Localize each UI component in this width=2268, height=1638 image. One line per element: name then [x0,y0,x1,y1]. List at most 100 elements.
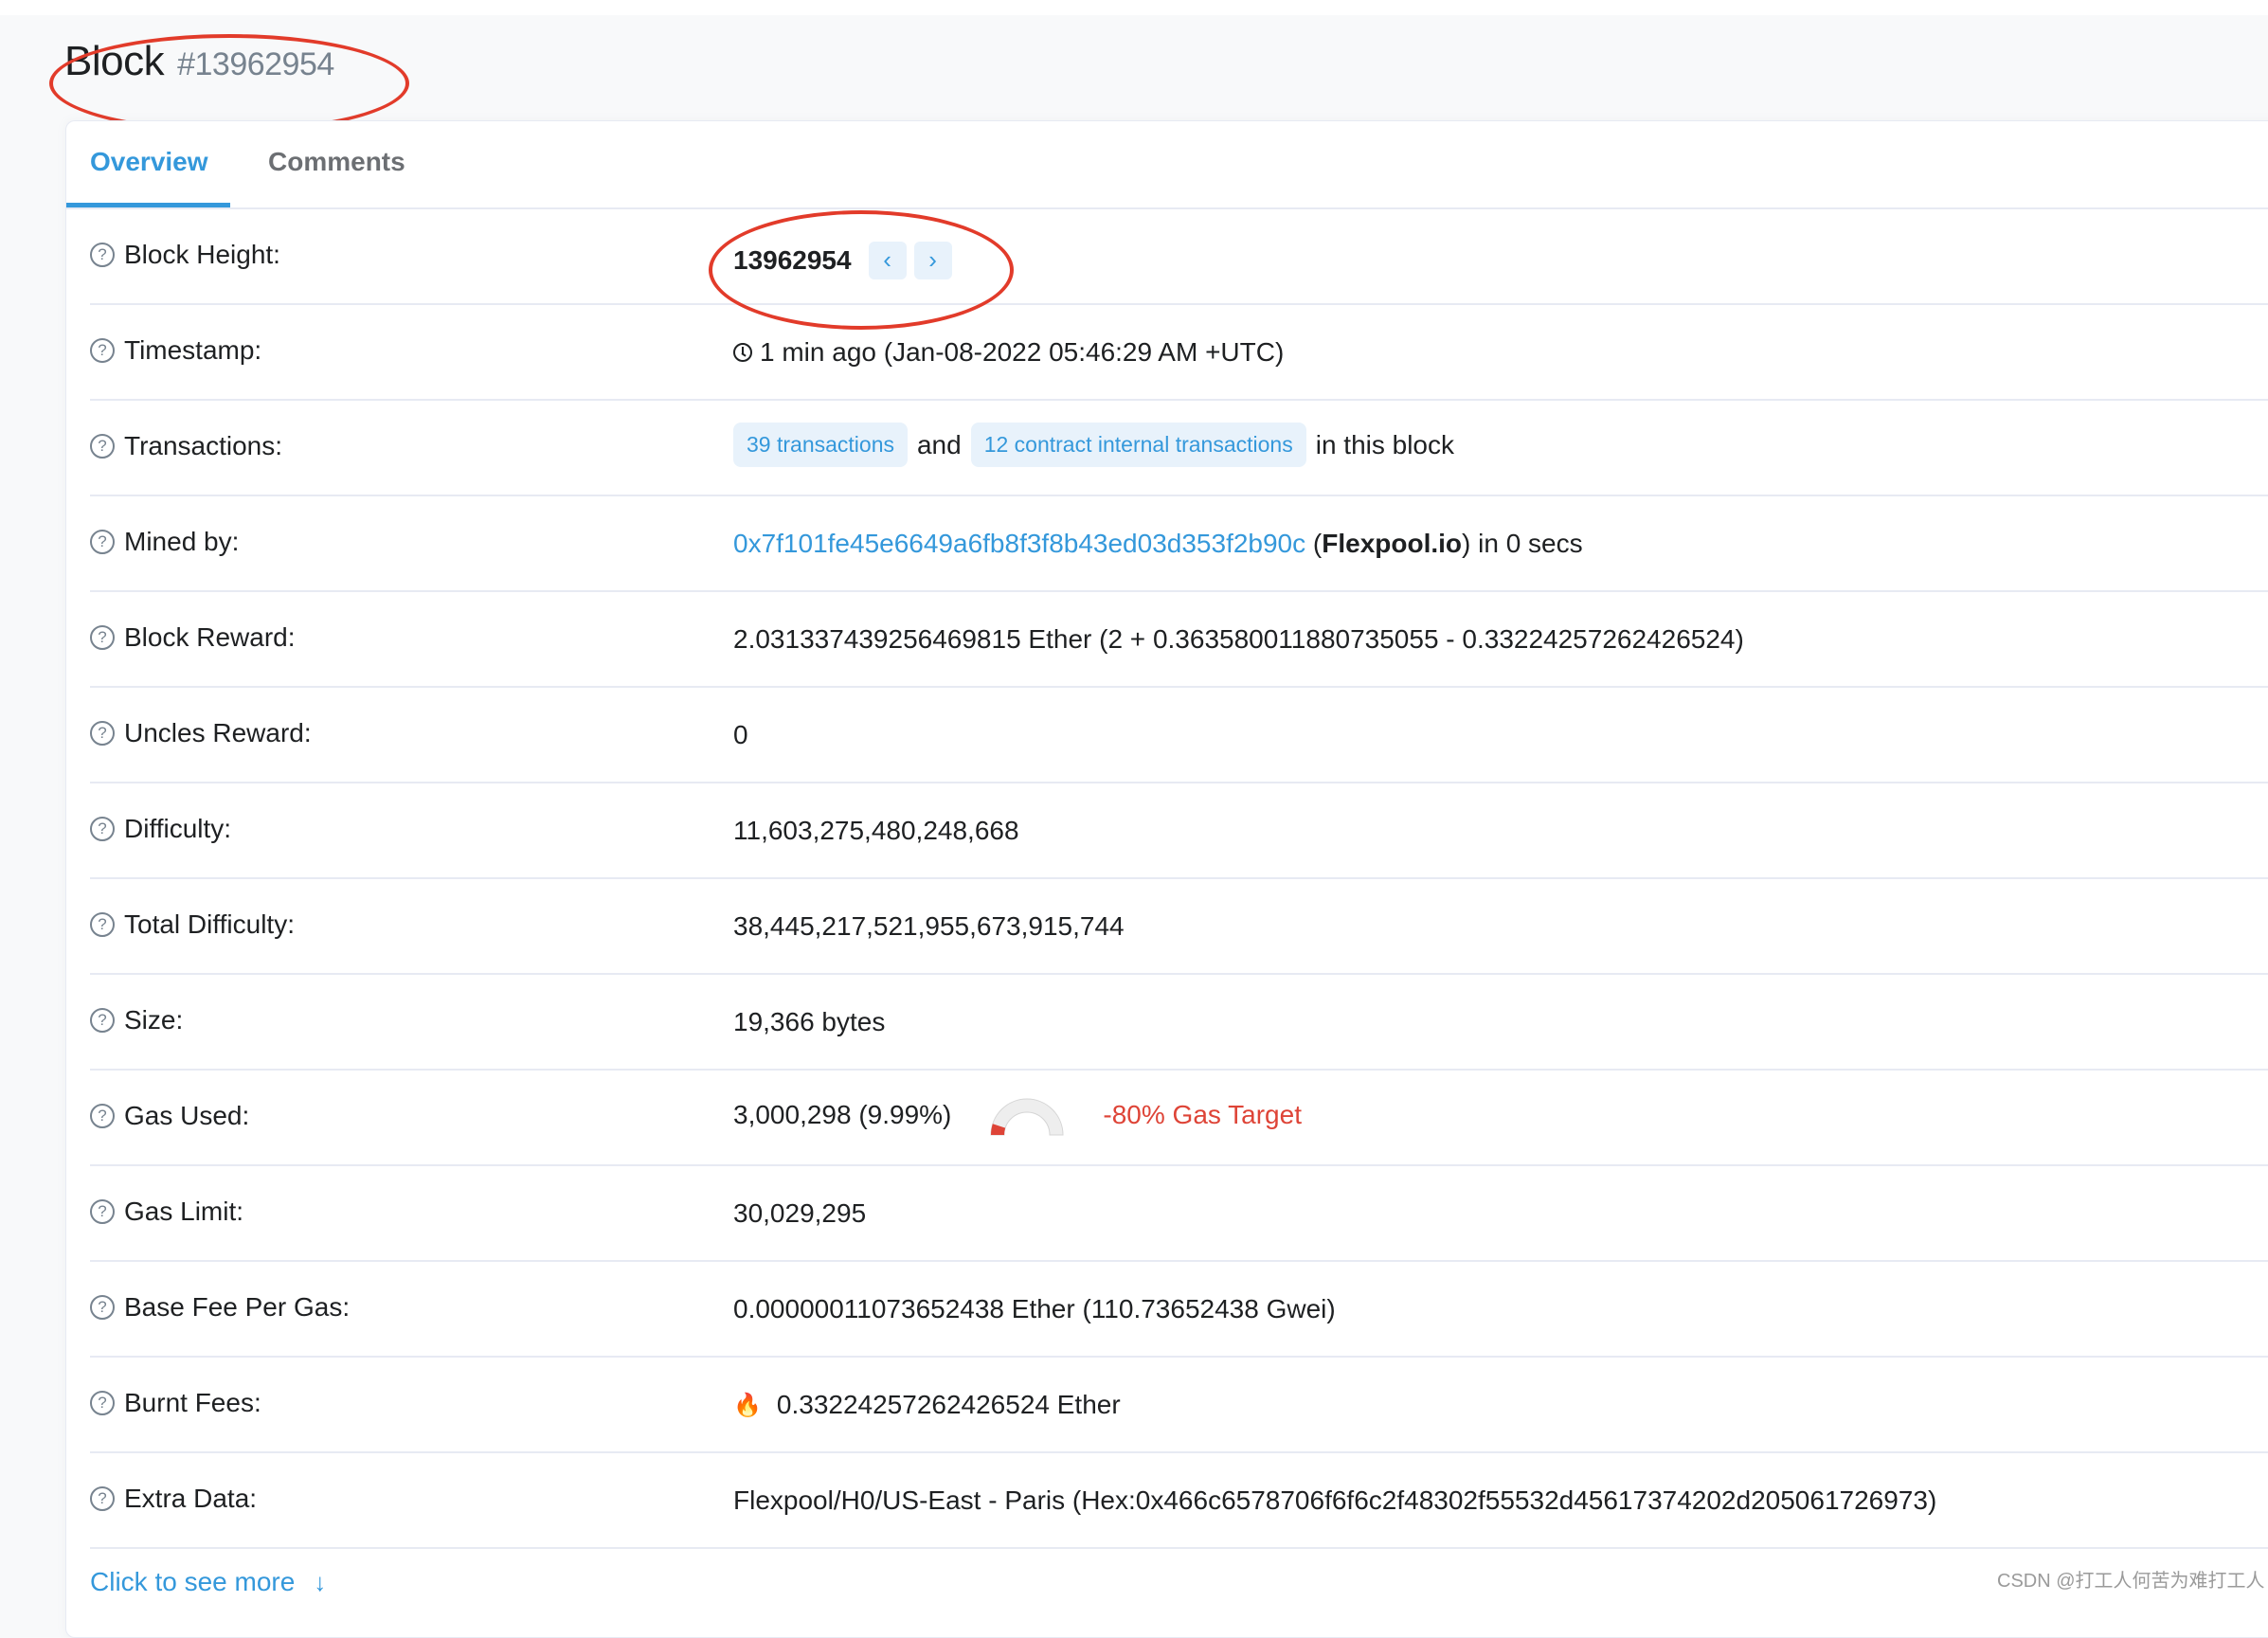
label-block-height: ? Block Height: [90,240,280,270]
row-uncles-reward: ? Uncles Reward: 0 [90,688,2268,783]
value-burnt-fees: 🔥 0.33224257262426524 Ether [733,1390,1121,1420]
row-size: ? Size: 19,366 bytes [90,975,2268,1071]
label-block-reward: ? Block Reward: [90,622,296,653]
label-burnt-fees: ? Burnt Fees: [90,1388,261,1418]
label-text: Total Difficulty: [124,909,295,939]
label-difficulty: ? Difficulty: [90,814,231,844]
page-title-text: Block [64,38,165,84]
help-icon[interactable]: ? [90,625,115,650]
value-transactions: 39 transactions and 12 contract internal… [733,423,1464,467]
label-extra-data: ? Extra Data: [90,1484,257,1514]
help-icon[interactable]: ? [90,1295,115,1320]
value-gas-limit: 30,029,295 [733,1198,867,1228]
tab-bar: Overview Comments [66,121,2268,209]
clock-icon [733,343,752,362]
value-timestamp: 1 min ago (Jan-08-2022 05:46:29 AM +UTC) [733,337,1284,368]
tab-overview[interactable]: Overview [90,147,208,177]
gas-target-text: -80% Gas Target [1103,1100,1302,1129]
open-paren: ( [1312,529,1323,558]
help-icon[interactable]: ? [90,721,115,746]
label-text: Transactions: [124,431,283,460]
help-icon[interactable]: ? [90,434,115,459]
help-icon[interactable]: ? [90,817,115,841]
watermark: CSDN @打工人何苦为难打工人 [1997,1571,2265,1592]
label-total-difficulty: ? Total Difficulty: [90,909,295,940]
label-uncles-reward: ? Uncles Reward: [90,718,312,748]
label-base-fee: ? Base Fee Per Gas: [90,1292,350,1323]
fire-icon: 🔥 [733,1392,762,1418]
chevron-left-icon: ‹ [883,245,891,274]
row-burnt-fees: ? Burnt Fees: 🔥 0.33224257262426524 Ether [90,1358,2268,1453]
help-icon[interactable]: ? [90,1391,115,1415]
miner-pool-name: Flexpool.io [1322,529,1463,558]
help-icon[interactable]: ? [90,530,115,554]
gas-gauge [990,1098,1064,1136]
help-icon[interactable]: ? [90,1486,115,1511]
value-base-fee: 0.00000011073652438 Ether (110.73652438 … [733,1294,1336,1323]
label-text: Timestamp: [124,335,262,365]
help-icon[interactable]: ? [90,338,115,363]
row-extra-data: ? Extra Data: Flexpool/H0/US-East - Paris… [90,1453,2268,1549]
row-base-fee: ? Base Fee Per Gas: 0.00000011073652438 E… [90,1262,2268,1358]
label-text: Block Reward: [124,622,296,652]
value-difficulty: 11,603,275,480,248,668 [733,816,1019,845]
label-mined-by: ? Mined by: [90,527,239,557]
transactions-suffix: in this block [1315,429,1455,459]
row-block-height: ? Block Height: 13962954 ‹ › [90,209,2268,305]
help-icon[interactable]: ? [90,1008,115,1033]
page-title: Block #13962954 [64,38,334,85]
block-overview-card: Overview Comments ? Block Height: 1396295… [65,120,2268,1638]
transactions-link[interactable]: 39 transactions [733,423,908,467]
label-timestamp: ? Timestamp: [90,335,261,366]
label-text: Gas Limit: [124,1197,244,1226]
value-total-difficulty: 38,445,217,521,955,673,915,744 [733,911,1125,941]
gas-used-text: 3,000,298 (9.99%) [733,1100,952,1129]
value-block-reward: 2.031337439256469815 Ether (2 + 0.363580… [733,624,1744,654]
label-text: Block Height: [124,240,280,269]
miner-address-link[interactable]: 0x7f101fe45e6649a6fb8f3f8b43ed03d353f2b9… [733,529,1305,559]
value-extra-data: Flexpool/H0/US-East - Paris (Hex:0x466c6… [733,1485,1937,1515]
tab-comments[interactable]: Comments [268,147,405,177]
help-icon[interactable]: ? [90,243,115,267]
top-strip [0,0,2268,15]
see-more-text: Click to see more [90,1567,296,1596]
label-text: Gas Used: [124,1101,250,1130]
row-total-difficulty: ? Total Difficulty: 38,445,217,521,955,67… [90,879,2268,975]
label-text: Size: [124,1005,184,1035]
row-timestamp: ? Timestamp: 1 min ago (Jan-08-2022 05:46… [90,305,2268,401]
value-size: 19,366 bytes [733,1007,886,1036]
label-text: Burnt Fees: [124,1388,261,1417]
mined-suffix: ) in 0 secs [1462,529,1583,558]
row-mined-by: ? Mined by: 0x7f101fe45e6649a6fb8f3f8b43e… [90,496,2268,592]
label-gas-used: ? Gas Used: [90,1101,249,1131]
label-text: Extra Data: [124,1484,258,1513]
block-number: #13962954 [177,46,334,82]
timestamp-text: 1 min ago (Jan-08-2022 05:46:29 AM +UTC) [760,337,1285,367]
and-text: and [916,429,962,459]
row-difficulty: ? Difficulty: 11,603,275,480,248,668 [90,783,2268,879]
row-block-reward: ? Block Reward: 2.031337439256469815 Ethe… [90,592,2268,688]
label-text: Difficulty: [124,814,232,843]
active-tab-indicator [66,203,230,207]
see-more-link[interactable]: Click to see more ↓ [90,1567,326,1597]
block-details-list: ? Block Height: 13962954 ‹ › ? Timestamp: … [90,209,2268,1549]
chevron-right-icon: › [928,245,937,274]
row-gas-limit: ? Gas Limit: 30,029,295 [90,1166,2268,1262]
arrow-down-icon: ↓ [314,1568,327,1596]
value-gas-used: 3,000,298 (9.99%) -80% Gas Target [733,1093,1302,1137]
label-text: Mined by: [124,527,240,556]
next-block-button[interactable]: › [913,242,952,279]
label-gas-limit: ? Gas Limit: [90,1197,243,1227]
row-transactions: ? Transactions: 39 transactions and 12 co… [90,401,2268,496]
label-transactions: ? Transactions: [90,431,282,461]
value-block-height: 13962954 ‹ › [733,242,952,279]
help-icon[interactable]: ? [90,1104,115,1128]
help-icon[interactable]: ? [90,1199,115,1224]
block-height-value: 13962954 [733,245,852,275]
label-text: Base Fee Per Gas: [124,1292,351,1322]
label-text: Uncles Reward: [124,718,312,747]
internal-transactions-link[interactable]: 12 contract internal transactions [970,423,1306,467]
row-gas-used: ? Gas Used: 3,000,298 (9.99%) -80% Gas Ta… [90,1071,2268,1166]
prev-block-button[interactable]: ‹ [868,242,907,279]
help-icon[interactable]: ? [90,912,115,937]
